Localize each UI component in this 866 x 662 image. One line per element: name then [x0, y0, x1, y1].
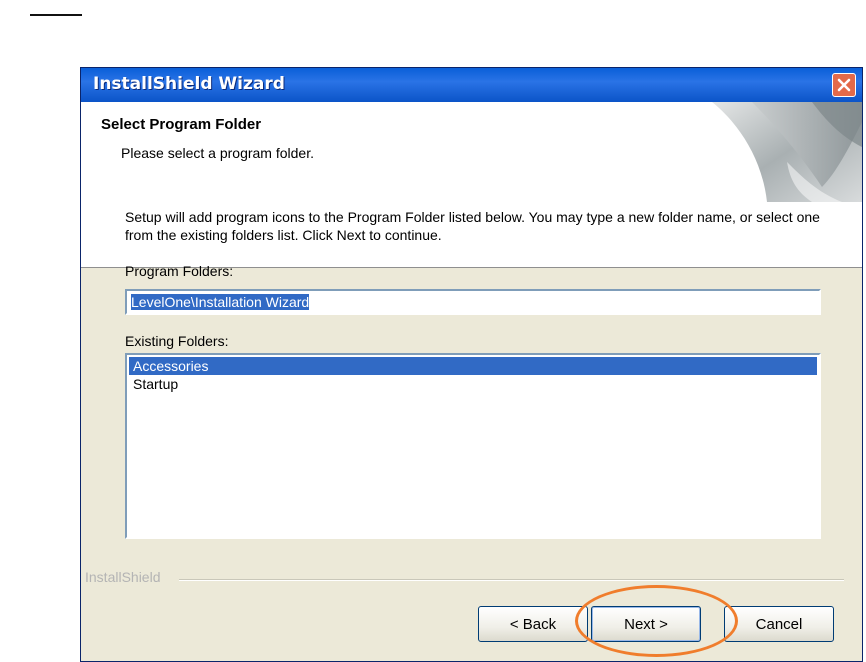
next-button[interactable]: Next >: [591, 606, 701, 642]
header-title: Select Program Folder: [101, 116, 262, 133]
existing-folders-label: Existing Folders:: [125, 333, 229, 349]
page-corner-mark: [30, 14, 82, 16]
list-item[interactable]: Accessories: [129, 357, 817, 375]
installshield-dialog: InstallShield Wizard Select Program Fold…: [80, 67, 863, 662]
installshield-brand-label: InstallShield: [85, 569, 161, 585]
title-bar[interactable]: InstallShield Wizard: [81, 68, 862, 102]
header-subtitle: Please select a program folder.: [121, 145, 314, 161]
program-folder-input[interactable]: LevelOne\Installation Wizard: [125, 289, 821, 315]
installshield-brand-row: InstallShield: [81, 569, 862, 589]
instructions-text: Setup will add program icons to the Prog…: [125, 209, 820, 243]
close-icon: [837, 78, 851, 92]
program-folders-label: Program Folders:: [125, 263, 234, 279]
brand-divider: [179, 579, 844, 581]
window-title: InstallShield Wizard: [93, 74, 285, 94]
close-button[interactable]: [832, 73, 856, 97]
installshield-header-graphic: [712, 102, 862, 202]
list-item[interactable]: Startup: [129, 375, 817, 393]
back-button[interactable]: < Back: [478, 606, 588, 642]
cancel-button[interactable]: Cancel: [724, 606, 834, 642]
program-folder-value: LevelOne\Installation Wizard: [131, 294, 310, 310]
existing-folders-list[interactable]: Accessories Startup: [125, 353, 821, 539]
